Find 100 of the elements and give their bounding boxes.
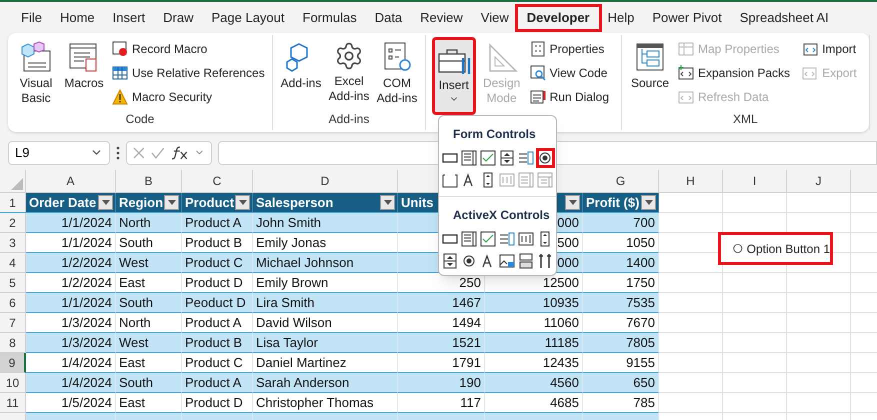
- row-header[interactable]: 3: [0, 233, 26, 253]
- filter-button[interactable]: [641, 195, 656, 210]
- ribbon-button[interactable]: Source: [628, 35, 672, 107]
- properties-icon: [530, 41, 546, 57]
- table-cell: Product D: [182, 393, 253, 413]
- check-icon[interactable]: [150, 146, 165, 158]
- menu-tab[interactable]: Page Layout: [202, 6, 294, 28]
- table-cell: Lisa Taylor: [253, 333, 398, 353]
- row-header[interactable]: 2: [0, 213, 26, 233]
- filter-button[interactable]: [565, 195, 580, 210]
- menu-tab[interactable]: Data: [366, 6, 412, 28]
- table-cell: 4685: [485, 393, 583, 413]
- ribbon-button[interactable]: Use Relative References: [112, 61, 265, 85]
- ribbon-button[interactable]: Visual Basic: [14, 35, 58, 107]
- more-icon: [116, 146, 120, 160]
- gear-icon: [334, 41, 364, 71]
- menu-tab[interactable]: Help: [598, 6, 644, 28]
- table-cell: West: [116, 253, 182, 273]
- table-cell: 650: [583, 373, 659, 393]
- menu-tab[interactable]: Insert: [104, 6, 154, 28]
- table-cell: 11060: [485, 313, 583, 333]
- table-cell: 1/4/2024: [26, 373, 116, 393]
- insert-dropdown-button[interactable]: Insert: [432, 37, 476, 115]
- column-header[interactable]: B: [116, 170, 182, 192]
- table-cell: 7670: [583, 313, 659, 333]
- ribbon-button[interactable]: Add-ins: [279, 35, 323, 107]
- row-header[interactable]: 7: [0, 313, 26, 333]
- menu-tab[interactable]: Draw: [154, 6, 202, 28]
- ribbon-button[interactable]: Run Dialog: [530, 85, 609, 109]
- menu-tab[interactable]: Formulas: [294, 6, 366, 28]
- table-cell: East: [116, 393, 182, 413]
- checkbox-icon: [480, 231, 496, 247]
- column-header[interactable]: G: [583, 170, 659, 192]
- row-header[interactable]: 5: [0, 273, 26, 293]
- column-header[interactable]: J: [787, 170, 851, 192]
- table-cell: Product A: [182, 213, 253, 233]
- table-cell: Peoduct D: [182, 293, 253, 313]
- table-cell: Sarah Anderson: [253, 373, 398, 393]
- table-cell: 1/1/2024: [26, 233, 116, 253]
- menu-tab[interactable]: View: [472, 6, 518, 28]
- caret-icon: [568, 200, 576, 205]
- table-cell: Michael Johnson: [253, 253, 398, 273]
- ribbon-button[interactable]: COM Add-ins: [375, 35, 419, 107]
- row-header[interactable]: 9: [0, 353, 26, 373]
- control-tool[interactable]: [478, 148, 498, 168]
- table-cell: 7805: [583, 333, 659, 353]
- column-header[interactable]: C: [182, 170, 253, 192]
- row-header[interactable]: 8: [0, 333, 26, 353]
- control-tool[interactable]: [459, 229, 478, 249]
- row-header[interactable]: 4: [0, 253, 26, 273]
- row-header[interactable]: 6: [0, 293, 26, 313]
- row-header[interactable]: 11: [0, 393, 26, 413]
- warning-icon: [112, 89, 128, 105]
- column-header[interactable]: D: [253, 170, 398, 192]
- filter-button[interactable]: [98, 195, 113, 210]
- ribbon-button[interactable]: Expansion Packs: [678, 61, 790, 85]
- menu-tab[interactable]: Review: [411, 6, 472, 28]
- control-tool[interactable]: [536, 148, 555, 168]
- checkbox-icon: [480, 150, 496, 166]
- menu-tab[interactable]: File: [12, 6, 51, 28]
- ribbon-button[interactable]: Excel Add-ins: [327, 35, 371, 107]
- function-icon[interactable]: [170, 146, 188, 160]
- column-header[interactable]: I: [723, 170, 787, 192]
- cubes-icon: [20, 41, 52, 73]
- filter-button[interactable]: [380, 195, 395, 210]
- ribbon-button[interactable]: Macros: [62, 35, 106, 107]
- menu-tab[interactable]: Power Pivot: [643, 6, 731, 28]
- menu-tab[interactable]: Spreadsheet AI: [730, 6, 838, 28]
- row-header[interactable]: 1: [0, 193, 26, 212]
- ribbon-button[interactable]: Properties: [530, 37, 609, 61]
- column-header[interactable]: A: [26, 170, 116, 192]
- ribbon-button[interactable]: Macro Security: [112, 85, 265, 109]
- magnifier-sheet-icon: [530, 65, 546, 81]
- table-cell: 7535: [583, 293, 659, 313]
- record-icon: [112, 41, 128, 57]
- ribbon-button[interactable]: View Code: [530, 61, 609, 85]
- tree-panel-icon: [635, 41, 665, 73]
- header-label: Profit ($): [586, 194, 640, 212]
- table-cell: 250: [398, 273, 485, 293]
- control-tool[interactable]: [459, 148, 478, 168]
- menu-heading: Form Controls: [453, 127, 536, 141]
- option-button[interactable]: Option Button 1: [718, 232, 833, 265]
- control-tool[interactable]: [478, 229, 498, 249]
- name-box[interactable]: L9: [8, 140, 110, 164]
- filter-button[interactable]: [235, 195, 250, 210]
- table-cell: 1/1/2024: [26, 293, 116, 313]
- table-cell: 1/3/2024: [26, 313, 116, 333]
- row-header[interactable]: 10: [0, 373, 26, 393]
- text-field-icon: [518, 231, 534, 247]
- menu-tab[interactable]: Home: [50, 6, 104, 28]
- ribbon-button[interactable]: Import: [802, 37, 857, 61]
- combo-drop-icon: [537, 172, 554, 188]
- table-cell: 1/2/2024: [26, 273, 116, 293]
- column-header[interactable]: H: [659, 170, 723, 192]
- table-cell: 4560: [485, 373, 583, 393]
- radio-icon: [537, 150, 554, 166]
- ribbon-button[interactable]: Record Macro: [112, 37, 265, 61]
- spin-icon: [499, 150, 516, 166]
- header-label: Order Date: [29, 194, 96, 212]
- filter-button[interactable]: [164, 195, 179, 210]
